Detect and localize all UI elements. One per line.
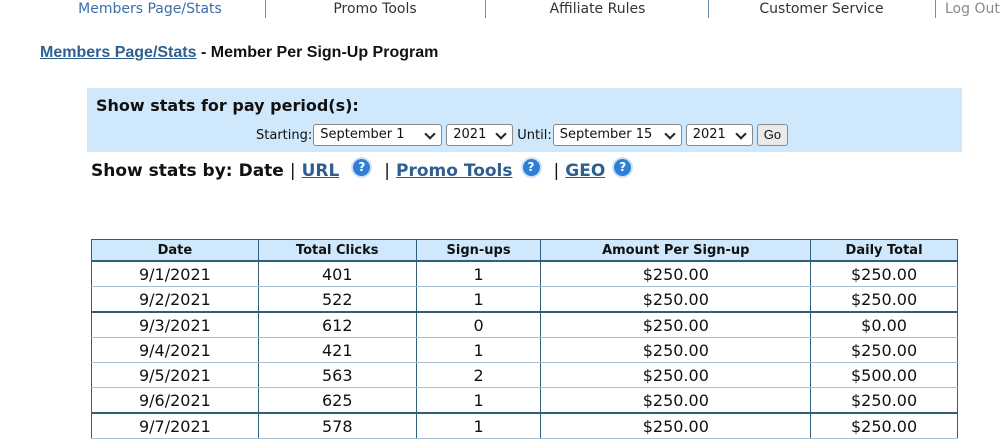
cell-amount-per-sign-up: $250.00 — [540, 362, 812, 388]
end-year-value: 2021 — [692, 127, 726, 142]
chevron-down-icon — [424, 128, 436, 140]
end-day-value: September 15 — [559, 127, 653, 142]
cell-amount-per-sign-up: $250.00 — [540, 311, 812, 338]
start-year-value: 2021 — [453, 127, 487, 142]
stats-by-url-link[interactable]: URL — [302, 161, 340, 181]
chevron-down-icon — [664, 128, 676, 140]
nav-members-stats[interactable]: Members Page/Stats — [60, 0, 240, 18]
table-row: 9/7/2021 578 1 $250.00 $250.00 — [91, 412, 958, 439]
cell-total-clicks: 612 — [257, 311, 417, 338]
cell-sign-ups: 1 — [415, 261, 542, 287]
header-total-clicks: Total Clicks — [257, 239, 417, 262]
cell-amount-per-sign-up: $250.00 — [540, 337, 812, 363]
nav-divider — [708, 0, 709, 18]
breadcrumb-link-members-stats[interactable]: Members Page/Stats — [40, 44, 197, 61]
cell-amount-per-sign-up: $250.00 — [540, 261, 812, 287]
cell-daily-total: $250.00 — [810, 261, 958, 287]
cell-daily-total: $250.00 — [810, 387, 958, 414]
cell-total-clicks: 578 — [257, 412, 417, 439]
stats-by-label: Show stats by: — [91, 161, 233, 181]
help-icon[interactable]: ? — [614, 158, 632, 176]
stats-by-current-date: Date — [238, 161, 284, 181]
pay-period-panel: Show stats for pay period(s): Starting: … — [87, 88, 962, 152]
nav-affiliate-rules[interactable]: Affiliate Rules — [510, 0, 685, 18]
cell-sign-ups: 1 — [415, 337, 542, 363]
help-icon[interactable]: ? — [522, 158, 540, 176]
table-row: 9/6/2021 625 1 $250.00 $250.00 — [91, 387, 958, 414]
breadcrumb: Members Page/Stats - Member Per Sign-Up … — [40, 44, 438, 62]
start-year-select[interactable]: 2021 — [446, 124, 514, 146]
cell-date: 9/7/2021 — [91, 412, 259, 439]
cell-sign-ups: 1 — [415, 387, 542, 414]
start-day-value: September 1 — [320, 127, 405, 142]
nav-divider — [935, 0, 936, 18]
table-row: 9/3/2021 612 0 $250.00 $0.00 — [91, 311, 958, 338]
top-navigation: Members Page/Stats Promo Tools Affiliate… — [0, 0, 1007, 20]
pay-period-controls: Starting: September 1 2021 Until: Septem… — [256, 123, 789, 147]
cell-daily-total: $250.00 — [810, 286, 958, 313]
cell-total-clicks: 625 — [257, 387, 417, 414]
cell-daily-total: $0.00 — [810, 311, 958, 338]
nav-divider — [485, 0, 486, 18]
stats-by-geo-link[interactable]: GEO — [565, 161, 605, 181]
daily-stats-table: Date Total Clicks Sign-ups Amount Per Si… — [91, 239, 958, 439]
stats-by-bar: Show stats by: Date | URL ? | Promo Tool… — [91, 158, 632, 182]
cell-total-clicks: 522 — [257, 286, 417, 313]
stats-by-separator: | — [553, 161, 560, 181]
header-amount-per-sign-up: Amount Per Sign-up — [540, 239, 812, 262]
help-icon[interactable]: ? — [353, 158, 371, 176]
nav-customer-service[interactable]: Customer Service — [730, 0, 913, 18]
table-row: 9/1/2021 401 1 $250.00 $250.00 — [91, 261, 958, 287]
header-daily-total: Daily Total — [810, 239, 958, 262]
cell-sign-ups: 2 — [415, 362, 542, 388]
breadcrumb-separator: - — [196, 44, 211, 61]
table-header-row: Date Total Clicks Sign-ups Amount Per Si… — [91, 239, 958, 262]
cell-sign-ups: 1 — [415, 412, 542, 439]
cell-daily-total: $250.00 — [810, 337, 958, 363]
until-label: Until: — [517, 127, 552, 143]
table-row: 9/2/2021 522 1 $250.00 $250.00 — [91, 286, 958, 313]
end-year-select[interactable]: 2021 — [685, 124, 753, 146]
start-day-select[interactable]: September 1 — [313, 124, 443, 146]
cell-date: 9/5/2021 — [91, 362, 259, 388]
pay-period-title: Show stats for pay period(s): — [96, 96, 359, 115]
header-date: Date — [91, 239, 259, 262]
table-row: 9/5/2021 563 2 $250.00 $500.00 — [91, 362, 958, 388]
page-title: Member Per Sign-Up Program — [210, 44, 439, 61]
cell-daily-total: $250.00 — [810, 412, 958, 439]
end-day-select[interactable]: September 15 — [552, 124, 682, 146]
starting-label: Starting: — [256, 127, 313, 143]
table-row: 9/4/2021 421 1 $250.00 $250.00 — [91, 337, 958, 363]
cell-sign-ups: 0 — [415, 311, 542, 338]
cell-date: 9/2/2021 — [91, 286, 259, 313]
cell-date: 9/4/2021 — [91, 337, 259, 363]
chevron-down-icon — [735, 128, 747, 140]
cell-date: 9/6/2021 — [91, 387, 259, 414]
cell-date: 9/1/2021 — [91, 261, 259, 287]
stats-by-separator: | — [289, 161, 296, 181]
cell-total-clicks: 401 — [257, 261, 417, 287]
nav-divider — [265, 0, 266, 18]
cell-date: 9/3/2021 — [91, 311, 259, 338]
cell-amount-per-sign-up: $250.00 — [540, 387, 812, 414]
stats-by-promo-tools-link[interactable]: Promo Tools — [396, 161, 512, 181]
cell-sign-ups: 1 — [415, 286, 542, 313]
header-sign-ups: Sign-ups — [415, 239, 542, 262]
nav-promo-tools[interactable]: Promo Tools — [290, 0, 460, 18]
cell-daily-total: $500.00 — [810, 362, 958, 388]
cell-total-clicks: 563 — [257, 362, 417, 388]
go-button[interactable]: Go — [756, 124, 789, 146]
cell-amount-per-sign-up: $250.00 — [540, 412, 812, 439]
cell-total-clicks: 421 — [257, 337, 417, 363]
nav-log-out[interactable]: Log Out — [937, 0, 1007, 18]
chevron-down-icon — [495, 128, 507, 140]
cell-amount-per-sign-up: $250.00 — [540, 286, 812, 313]
stats-by-separator: | — [384, 161, 391, 181]
